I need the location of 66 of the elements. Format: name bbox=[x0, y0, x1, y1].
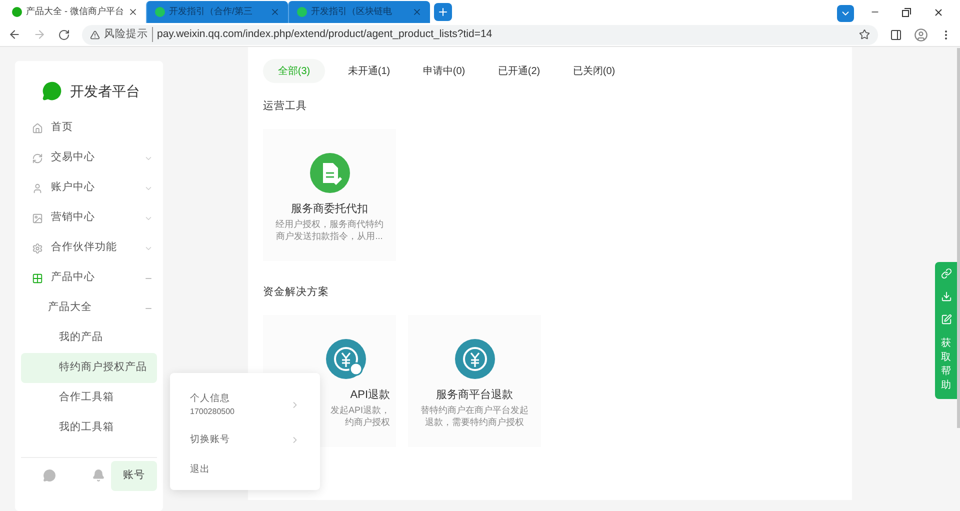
menu-item-icon bbox=[32, 182, 43, 194]
account-id: 1700280500 bbox=[190, 406, 236, 418]
section-title: 资金解决方案 bbox=[263, 285, 330, 300]
new-tab-button[interactable] bbox=[434, 3, 452, 21]
card-description: 替特约商户在商户平台发起 bbox=[420, 404, 528, 416]
sidebar-item[interactable]: 合作伙伴功能 bbox=[15, 233, 163, 263]
filter-tab[interactable]: 申请中(0) bbox=[413, 59, 475, 83]
logo-text: 开发者平台 bbox=[70, 82, 140, 100]
tab-title: 产品大全 - 微信商户平台 bbox=[26, 5, 124, 18]
edit-icon[interactable] bbox=[940, 314, 952, 325]
filter-tab[interactable]: 已关闭(0) bbox=[563, 59, 625, 83]
account-button[interactable]: 账号 bbox=[111, 460, 157, 490]
bookmark-icon[interactable] bbox=[859, 29, 870, 40]
sidebar-item[interactable]: 首页 bbox=[15, 113, 163, 143]
card-title: 服务商委托代扣 bbox=[291, 202, 368, 217]
favicon-icon bbox=[12, 7, 22, 17]
back-icon[interactable] bbox=[8, 28, 21, 41]
sidebar-item[interactable]: 产品中心 bbox=[15, 263, 163, 293]
close-icon[interactable] bbox=[128, 7, 138, 17]
product-card[interactable]: 服务商平台退款 替特约商户在商户平台发起 退款，需要特约商户授权 bbox=[408, 315, 541, 447]
section-title: 运营工具 bbox=[263, 99, 308, 114]
sidebar-item[interactable]: 我的产品 bbox=[21, 323, 157, 353]
warning-icon bbox=[90, 30, 100, 40]
restore-icon[interactable] bbox=[902, 8, 911, 16]
yuan-icon bbox=[454, 339, 494, 379]
favicon-icon bbox=[155, 7, 165, 17]
tab-search-button[interactable] bbox=[837, 5, 854, 22]
logo-icon bbox=[42, 81, 62, 101]
menu-item-icon bbox=[32, 242, 43, 254]
address-bar[interactable]: 风险提示 pay.weixin.qq.com/index.php/extend/product/agent_product_lists?tid=14 bbox=[82, 24, 878, 44]
menu-item-icon bbox=[32, 152, 43, 164]
sidebar-item[interactable]: 我的工具箱 bbox=[21, 413, 157, 443]
sidebar-item[interactable]: 合作工具箱 bbox=[21, 383, 157, 413]
card-title: API退款 bbox=[350, 388, 390, 403]
tab-title: 开发指引（区块链电 bbox=[311, 5, 393, 18]
close-icon[interactable] bbox=[933, 6, 944, 18]
menu-item-icon bbox=[32, 212, 43, 224]
filter-tab[interactable]: 未开通(1) bbox=[338, 59, 400, 83]
sidebar-item[interactable]: 产品大全 bbox=[15, 293, 163, 323]
card-title: 服务商平台退款 bbox=[436, 388, 513, 403]
sidebar-item[interactable]: 账户中心 bbox=[15, 173, 163, 203]
document-icon bbox=[310, 153, 350, 193]
tab-title: 开发指引（合作/第三 bbox=[169, 5, 254, 18]
card-description: 发起API退款， bbox=[330, 404, 390, 416]
menu-item-icon bbox=[32, 272, 43, 284]
menu-item-icon bbox=[32, 122, 43, 134]
product-card[interactable]: 服务商委托代扣 经用户授权，服务商代特约 商户发送扣款指令，从用... bbox=[263, 129, 396, 261]
sidebar-item[interactable]: 交易中心 bbox=[15, 143, 163, 173]
security-warning: 风险提示 bbox=[104, 26, 153, 42]
profile-icon[interactable] bbox=[914, 28, 928, 42]
side-panel-icon[interactable] bbox=[890, 28, 902, 40]
favicon-icon bbox=[297, 7, 307, 17]
sidebar-item[interactable]: 特约商户授权产品 bbox=[21, 353, 157, 383]
menu-item[interactable]: 退出 bbox=[170, 455, 320, 485]
filter-tab[interactable]: 已开通(2) bbox=[488, 59, 550, 83]
card-description: 经用户授权，服务商代特约 bbox=[276, 218, 384, 230]
reload-icon[interactable] bbox=[58, 28, 70, 40]
link-icon[interactable] bbox=[940, 268, 952, 279]
sidebar-item[interactable]: 营销中心 bbox=[15, 203, 163, 233]
url-text: pay.weixin.qq.com/index.php/extend/product/agent_product_lists?tid=14 bbox=[157, 26, 492, 42]
plus-icon bbox=[437, 6, 449, 18]
download-icon[interactable] bbox=[940, 291, 952, 302]
card-description: 约商户授权 bbox=[345, 416, 390, 428]
yuan-icon bbox=[326, 339, 366, 379]
card-description: 商户发送扣款指令，从用... bbox=[276, 230, 383, 242]
card-description: 退款，需要特约商户授权 bbox=[425, 416, 524, 428]
